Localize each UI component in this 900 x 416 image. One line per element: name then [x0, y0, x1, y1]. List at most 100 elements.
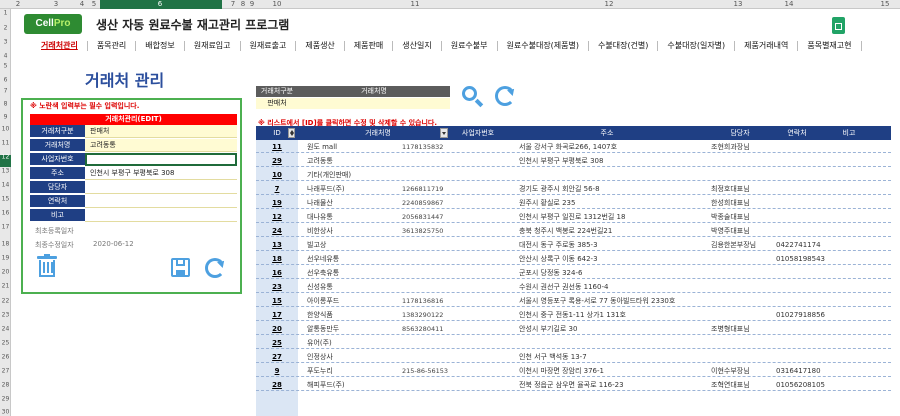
- row-label[interactable]: 24: [0, 326, 11, 333]
- header-note[interactable]: 비고: [843, 126, 856, 140]
- row-label[interactable]: 3: [0, 39, 11, 46]
- row-label[interactable]: 21: [0, 283, 11, 290]
- column-label[interactable]: 6: [158, 0, 162, 9]
- address-input[interactable]: 인천시 부평구 부평북로 308: [85, 167, 237, 180]
- column-label[interactable]: 7: [231, 0, 235, 9]
- row-label[interactable]: 8: [0, 101, 11, 108]
- menu-item-recipe[interactable]: 배합정보: [136, 40, 185, 51]
- partner-id-link[interactable]: 23: [256, 281, 298, 293]
- menu-item-production-log[interactable]: 생산일지: [393, 40, 442, 51]
- partner-id-link[interactable]: 7: [256, 183, 298, 195]
- contact-input[interactable]: [85, 195, 237, 208]
- column-label[interactable]: 13: [734, 0, 743, 9]
- row-label[interactable]: 7: [0, 88, 11, 95]
- header-contact[interactable]: 연락처: [787, 126, 806, 140]
- row-label[interactable]: 29: [0, 396, 11, 403]
- header-address[interactable]: 주소: [601, 126, 614, 140]
- column-label[interactable]: 9: [250, 0, 254, 9]
- partner-id-link[interactable]: 28: [256, 379, 298, 391]
- filter-type-input[interactable]: 판매처: [256, 98, 298, 109]
- menu-item-production[interactable]: 제품생산: [296, 40, 345, 51]
- refresh-icon[interactable]: [205, 258, 227, 278]
- partner-id-link[interactable]: 17: [256, 309, 298, 321]
- column-label[interactable]: 11: [411, 0, 420, 9]
- header-business-number[interactable]: 사업자번호: [462, 126, 494, 140]
- row-label[interactable]: 15: [0, 196, 11, 203]
- menu-item-material-ledger[interactable]: 원료수불부: [442, 40, 498, 51]
- column-label[interactable]: 2: [16, 0, 20, 9]
- filter-dropdown-icon[interactable]: [440, 128, 448, 138]
- header-id[interactable]: ID: [273, 126, 280, 140]
- partner-id-link[interactable]: 11: [256, 141, 298, 153]
- row-label[interactable]: 13: [0, 168, 11, 175]
- row-label[interactable]: 26: [0, 354, 11, 361]
- row-label[interactable]: 2: [0, 25, 11, 32]
- row-label[interactable]: 9: [0, 114, 11, 121]
- row-label[interactable]: 18: [0, 241, 11, 248]
- menu-item-ledger-by-product[interactable]: 원료수불대장(제품별): [498, 40, 589, 51]
- row-label[interactable]: 30: [0, 409, 11, 416]
- menu-item-product-transactions[interactable]: 제품거래내역: [735, 40, 799, 51]
- filter-name-input[interactable]: [298, 98, 450, 109]
- row-label[interactable]: 14: [0, 182, 11, 189]
- partner-id-link[interactable]: 24: [256, 225, 298, 237]
- row-label[interactable]: 27: [0, 368, 11, 375]
- column-label[interactable]: 4: [80, 0, 84, 9]
- sort-spinner[interactable]: [288, 128, 295, 138]
- note-input[interactable]: [85, 209, 237, 222]
- row-label[interactable]: 16: [0, 210, 11, 217]
- row-label[interactable]: 22: [0, 298, 11, 305]
- menu-item-material-out[interactable]: 원재료출고: [241, 40, 297, 51]
- column-label[interactable]: 5: [92, 0, 96, 9]
- column-label[interactable]: 3: [54, 0, 58, 9]
- menu-item-partners[interactable]: 거래처관리: [32, 40, 88, 51]
- partner-id-link[interactable]: 29: [256, 155, 298, 167]
- row-label[interactable]: 6: [0, 77, 11, 84]
- search-icon[interactable]: [462, 86, 484, 108]
- partner-id-link[interactable]: 27: [256, 351, 298, 363]
- row-label[interactable]: 25: [0, 340, 11, 347]
- partner-id-link[interactable]: 15: [256, 295, 298, 307]
- row-label[interactable]: 12: [0, 154, 11, 161]
- row-label[interactable]: 17: [0, 224, 11, 231]
- header-name[interactable]: 거래처명: [365, 126, 391, 140]
- menu-item-ledger-by-date[interactable]: 수불대장(일자별): [658, 40, 736, 51]
- partner-id-link[interactable]: 18: [256, 253, 298, 265]
- column-label[interactable]: 15: [881, 0, 890, 9]
- row-label[interactable]: 10: [0, 126, 11, 133]
- row-label[interactable]: 5: [0, 63, 11, 70]
- menu-item-material-in[interactable]: 원재료입고: [185, 40, 241, 51]
- menu-item-items[interactable]: 품목관리: [88, 40, 137, 51]
- column-label[interactable]: 14: [785, 0, 794, 9]
- spreadsheet-icon[interactable]: [832, 17, 845, 34]
- row-label[interactable]: 11: [0, 140, 11, 147]
- row-label[interactable]: 23: [0, 312, 11, 319]
- row-label[interactable]: 4: [0, 53, 11, 60]
- column-label[interactable]: 8: [241, 0, 245, 9]
- partner-id-link[interactable]: 25: [256, 337, 298, 349]
- row-label[interactable]: 20: [0, 269, 11, 276]
- menu-item-ledger-by-case[interactable]: 수불대장(건별): [589, 40, 659, 51]
- row-label[interactable]: 28: [0, 382, 11, 389]
- save-icon[interactable]: [171, 258, 190, 277]
- column-label[interactable]: 10: [273, 0, 282, 9]
- menu-item-sales[interactable]: 제품판매: [345, 40, 394, 51]
- partner-id-link[interactable]: 16: [256, 267, 298, 279]
- partner-id-link[interactable]: 9: [256, 365, 298, 377]
- business-number-input[interactable]: [85, 153, 237, 166]
- manager-input[interactable]: [85, 181, 237, 194]
- partner-id-link[interactable]: 13: [256, 239, 298, 251]
- partner-id-link[interactable]: 12: [256, 211, 298, 223]
- partner-name-input[interactable]: 고려동통: [85, 139, 237, 152]
- trash-icon[interactable]: [37, 254, 57, 278]
- menu-item-stock-by-item[interactable]: 품목별재고현: [798, 40, 862, 51]
- partner-id-link[interactable]: 20: [256, 323, 298, 335]
- partner-id-link[interactable]: 10: [256, 169, 298, 181]
- partner-id-link[interactable]: 19: [256, 197, 298, 209]
- partner-type-input[interactable]: 판매처: [85, 125, 237, 138]
- row-label[interactable]: 19: [0, 255, 11, 262]
- header-manager[interactable]: 담당자: [730, 126, 749, 140]
- list-refresh-icon[interactable]: [495, 86, 517, 106]
- row-label[interactable]: 1: [0, 10, 11, 17]
- column-label[interactable]: 12: [605, 0, 614, 9]
